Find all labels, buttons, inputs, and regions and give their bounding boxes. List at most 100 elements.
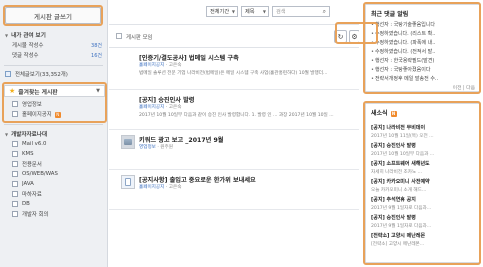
label-text: 홀페이지공지 — [22, 112, 52, 118]
field-select[interactable]: 제목 ▼ — [241, 6, 269, 17]
refresh-button[interactable]: ↻ — [334, 30, 347, 43]
period-select-value: 전체기간 — [210, 9, 230, 15]
favorites-header[interactable]: ★ 즐겨찾는 게시판 ▼ — [4, 85, 105, 97]
list-item[interactable]: 키워드 광고 보고 _2017년 9월 영업정보 · 원주원 — [109, 130, 359, 170]
news-title: 새소식 N — [371, 108, 397, 117]
post-meta: 홀페이지공지 · 고은숙 — [139, 63, 182, 68]
comment-item[interactable]: •행선자 : 한국용략필드(발견) — [371, 57, 477, 64]
my-posts-toggle[interactable]: ▼ 내가 관여 보기 — [0, 30, 108, 40]
sidebar-item-my-posts[interactable]: 게시물 작성수 38건 — [0, 40, 108, 50]
comment-item[interactable]: •행선자 : 국탕기술좋음입니다 — [371, 21, 477, 28]
sidebar-item-java[interactable]: JAVA — [0, 179, 108, 189]
post-title[interactable]: [공지] 승진인사 발령 — [139, 95, 195, 104]
sidebar-item-label: 댓글 작성수 — [12, 53, 39, 59]
write-post-button[interactable]: 게시판 글쓰기 — [5, 7, 101, 24]
post-count[interactable]: 38건 — [91, 42, 102, 49]
select-all-checkbox[interactable] — [116, 33, 122, 39]
all-posts-section: 전체글보기(33,352개) — [0, 69, 108, 79]
post-author: 고은숙 — [168, 185, 182, 190]
news-item[interactable]: [전략소] 고양시 메난레몬 — [371, 232, 477, 239]
post-board[interactable]: 홀페이지공지 — [139, 63, 164, 68]
post-title[interactable]: 키워드 광고 보고 _2017년 9월 — [139, 135, 223, 144]
comment-text: 행선자 : 국탕좋아졌음이다 — [374, 67, 431, 73]
favorites-list: 영업정보 홀페이지공지 N — [0, 99, 108, 119]
divider — [4, 124, 103, 125]
sidebar-item-label: 전용문서 — [22, 162, 42, 168]
comment-item[interactable]: •행선자 : 국탕좋아졌음이다 — [371, 66, 477, 73]
news-item-summary: 오늘 카카오미니 소개 해드... — [371, 188, 427, 193]
news-item[interactable]: [공지] 소프트웨어 새해년도 — [371, 160, 477, 167]
news-item-title: [공지] 추석연휴 공지 — [371, 197, 416, 203]
sidebar-item-db[interactable]: DB — [0, 199, 108, 209]
news-item[interactable]: [공지] 승진인사 발령 — [371, 214, 477, 221]
sidebar-item-my-comments[interactable]: 댓글 작성수 16건 — [0, 50, 108, 60]
dev-data-section: ▼ 개발자자료나대 Mail v6.0 KMS 전용문서 OS/WEB/WAS … — [0, 129, 108, 219]
comment-item[interactable]: •수정하였습니다. (파폭에 내.. — [371, 39, 477, 46]
post-meta: 홀페이지공지 · 고은숙 — [139, 185, 182, 190]
caret-down-icon: ▼ — [5, 32, 9, 38]
post-excerpt: 2017년 10월 10일부 다음과 같이 승진 인사 발령합니다. 1. 발령… — [139, 113, 334, 118]
divider — [4, 65, 103, 66]
sidebar-item-label: 마하자료 — [22, 192, 42, 198]
post-board[interactable]: 홀페이지공지 — [139, 185, 164, 190]
comment-item[interactable]: •전략서개정후 메일 발송전 수.. — [371, 75, 477, 82]
main-content: 전체기간 ▼ 제목 ▼ 검색 ⌕ 게시판 모임 ↻ ⚙ [인증기/결도공사] 법… — [109, 0, 360, 267]
comment-text: 행선자 : 국탕기술좋음입니다 — [374, 22, 436, 28]
post-title[interactable]: [인증기/결도공사] 법메일 시스템 구축 — [139, 53, 239, 62]
post-board[interactable]: 영업정보 — [139, 145, 156, 150]
sidebar-item-docs[interactable]: 전용문서 — [0, 159, 108, 169]
bullet-icon: • — [371, 67, 374, 73]
comment-item[interactable]: •수정하였습니다. (전적서 발.. — [371, 48, 477, 55]
my-posts-section: ▼ 내가 관여 보기 게시물 작성수 38건 댓글 작성수 16건 — [0, 30, 108, 60]
news-item[interactable]: [공지] 승진인사 발령 — [371, 142, 477, 149]
sidebar-item-homepage-notice[interactable]: 홀페이지공지 N — [0, 109, 108, 119]
search-bar: 전체기간 ▼ 제목 ▼ 검색 ⌕ — [109, 0, 359, 24]
gear-icon: ⚙ — [351, 32, 358, 41]
sidebar-item-maha[interactable]: 마하자료 — [0, 189, 108, 199]
news-item-title: [전략소] 고양시 메난레몬 — [371, 233, 426, 239]
news-item-summary: 2017년 9월 1일자로 다음과... — [371, 206, 432, 211]
comment-pager: 이전 | 다음 — [452, 86, 475, 91]
refresh-icon: ↻ — [337, 32, 344, 41]
period-select[interactable]: 전체기간 ▼ — [206, 6, 238, 17]
board-icon — [12, 201, 18, 207]
search-icon[interactable]: ⌕ — [323, 8, 326, 16]
recent-comments-panel: 최근 댓글 알림 •행선자 : 국탕기술좋음입니다 •수정하였습니다. (리스트… — [365, 4, 481, 92]
post-meta: 영업정보 · 원주원 — [139, 145, 173, 150]
news-item[interactable]: [공지] 추석연휴 공지 — [371, 196, 477, 203]
comment-count[interactable]: 16건 — [91, 52, 102, 59]
bullet-icon: • — [371, 58, 374, 64]
post-author: 고은숙 — [168, 105, 182, 110]
list-item[interactable]: [인증기/결도공사] 법메일 시스템 구축 홀페이지공지 · 고은숙 법메일 솔… — [109, 48, 359, 90]
chevron-down-icon: ▼ — [262, 9, 266, 14]
sidebar-item-dev-meeting[interactable]: 개발자 회의 — [0, 209, 108, 219]
prev-link[interactable]: 이전 — [453, 86, 462, 91]
post-title[interactable]: [공지사항] 출입고 중요로운 한가위 보내세요 — [139, 175, 256, 184]
dev-data-title: 개발자자료나대 — [11, 132, 48, 138]
board-icon — [12, 151, 18, 157]
sidebar-item-mail[interactable]: Mail v6.0 — [0, 139, 108, 149]
board-icon — [12, 211, 18, 217]
sidebar-item-os-web-was[interactable]: OS/WEB/WAS — [0, 169, 108, 179]
sidebar: 게시판 글쓰기 ▼ 내가 관여 보기 게시물 작성수 38건 댓글 작성수 16… — [0, 0, 108, 267]
sidebar-item-sales-info[interactable]: 영업정보 — [0, 99, 108, 109]
next-link[interactable]: 다음 — [466, 86, 475, 91]
news-item[interactable]: [공지] 카카오미니 사전예약 — [371, 178, 477, 185]
sidebar-item-label: DB — [22, 201, 30, 207]
sidebar-item-all-posts[interactable]: 전체글보기(33,352개) — [0, 69, 108, 79]
search-input[interactable]: 검색 ⌕ — [272, 6, 330, 17]
image-icon — [124, 139, 132, 145]
post-board[interactable]: 홀페이지공지 — [139, 105, 164, 110]
list-item[interactable]: [공지사항] 출입고 중요로운 한가위 보내세요 홀페이지공지 · 고은숙 — [109, 170, 359, 210]
dev-data-toggle[interactable]: ▼ 개발자자료나대 — [0, 129, 108, 139]
search-placeholder: 검색 — [276, 9, 286, 15]
sidebar-item-label: JAVA — [22, 181, 34, 187]
list-item[interactable]: [공지] 승진인사 발령 홀페이지공지 · 고은숙 2017년 10월 10일부… — [109, 90, 359, 130]
comment-item[interactable]: •수정하였습니다. (리스트 확.. — [371, 30, 477, 37]
comment-text: 수정하였습니다. (리스트 확.. — [374, 31, 436, 37]
sidebar-item-kms[interactable]: KMS — [0, 149, 108, 159]
news-item[interactable]: [공지] 나라비전 무비데이 — [371, 124, 477, 131]
file-thumbnail — [121, 135, 135, 149]
caret-down-icon: ▼ — [5, 131, 9, 137]
news-item-title: [공지] 나라비전 무비데이 — [371, 125, 426, 131]
